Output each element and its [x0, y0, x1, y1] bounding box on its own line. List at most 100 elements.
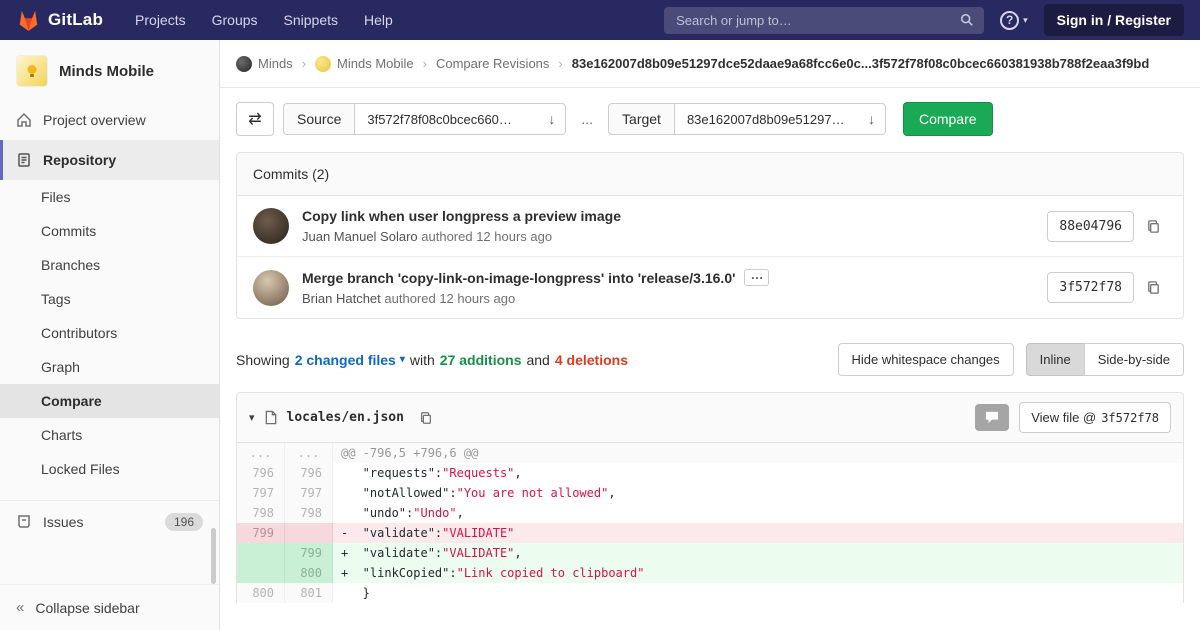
commit-row: Copy link when user longpress a preview …: [237, 196, 1183, 256]
new-line-number[interactable]: ...: [285, 443, 333, 463]
commit-title[interactable]: Copy link when user longpress a preview …: [302, 208, 1034, 224]
additions-count: 27 additions: [439, 351, 522, 368]
diff-filename[interactable]: locales/en.json: [287, 410, 404, 425]
sidebar-item-issues[interactable]: Issues 196: [0, 500, 219, 543]
hide-whitespace-button[interactable]: Hide whitespace changes: [837, 343, 1014, 376]
sidebar-item-locked-files[interactable]: Locked Files: [0, 452, 219, 486]
breadcrumb-label: Minds Mobile: [337, 56, 414, 71]
source-group: Source 3f572f78f08c0bcec660… ↓: [283, 103, 567, 135]
old-line-number[interactable]: ...: [237, 443, 285, 463]
copy-icon: [419, 411, 433, 425]
project-sidebar: Minds Mobile Project overview Repository…: [0, 40, 220, 630]
sign-in-register-button[interactable]: Sign in / Register: [1043, 4, 1184, 36]
target-ref-dropdown[interactable]: 83e162007d8b09e51297… ↓: [673, 103, 886, 135]
commit-description-toggle[interactable]: …: [744, 268, 770, 286]
new-line-number[interactable]: 801: [285, 583, 333, 603]
old-line-number[interactable]: 796: [237, 463, 285, 483]
old-line-number[interactable]: 799: [237, 523, 285, 543]
sidebar-item-charts[interactable]: Charts: [0, 418, 219, 452]
commit-sha-group: 3f572f78: [1047, 272, 1167, 303]
breadcrumb-separator: ›: [422, 56, 427, 71]
side-by-side-view-button[interactable]: Side-by-side: [1083, 343, 1184, 376]
search-input[interactable]: [674, 11, 961, 29]
sidebar-item-contributors[interactable]: Contributors: [0, 316, 219, 350]
diff-line-hunk: ... ... @@ -796,5 +796,6 @@: [237, 443, 1183, 463]
help-menu[interactable]: ? ▾: [1000, 10, 1028, 30]
old-line-number[interactable]: 797: [237, 483, 285, 503]
target-ref-value: 83e162007d8b09e51297…: [686, 111, 845, 127]
sidebar-item-files[interactable]: Files: [0, 180, 219, 214]
project-avatar-small: [315, 55, 332, 72]
breadcrumb-compare-revisions[interactable]: Compare Revisions: [436, 56, 549, 71]
new-line-number[interactable]: 796: [285, 463, 333, 483]
old-line-number[interactable]: 800: [237, 583, 285, 603]
sidebar-scrollbar[interactable]: [211, 528, 216, 584]
repository-submenu: Files Commits Branches Tags Contributors…: [0, 180, 219, 486]
nav-item-projects[interactable]: Projects: [125, 7, 196, 33]
old-line-number[interactable]: [237, 543, 285, 563]
new-line-number[interactable]: 798: [285, 503, 333, 523]
and-label: and: [526, 351, 550, 368]
old-line-number[interactable]: 798: [237, 503, 285, 523]
diff-file-actions: View file @ 3f572f78: [975, 402, 1171, 433]
dropdown-arrow-icon: ↓: [867, 111, 875, 127]
nav-item-snippets[interactable]: Snippets: [274, 7, 348, 33]
old-line-number[interactable]: [237, 563, 285, 583]
with-label: with: [409, 351, 435, 368]
view-file-button[interactable]: View file @ 3f572f78: [1019, 402, 1171, 433]
search-icon: [960, 13, 974, 27]
sidebar-item-compare[interactable]: Compare: [0, 384, 219, 418]
collapse-sidebar-button[interactable]: « Collapse sidebar: [0, 584, 219, 630]
sidebar-item-commits[interactable]: Commits: [0, 214, 219, 248]
nav-item-help[interactable]: Help: [354, 7, 403, 33]
commit-body: Merge branch 'copy-link-on-image-longpre…: [302, 268, 1034, 306]
collapse-diff-icon[interactable]: ▾: [249, 411, 255, 424]
sidebar-item-label: Issues: [43, 514, 84, 530]
copy-icon: [1146, 219, 1161, 234]
sidebar-item-label: Project overview: [43, 112, 146, 128]
inline-view-button[interactable]: Inline: [1025, 343, 1085, 376]
new-line-number[interactable]: 799: [285, 543, 333, 563]
nav-item-groups[interactable]: Groups: [202, 7, 268, 33]
source-ref-dropdown[interactable]: 3f572f78f08c0bcec660… ↓: [354, 103, 567, 135]
breadcrumb-minds[interactable]: Minds: [236, 55, 293, 72]
commit-sha[interactable]: 3f572f78: [1047, 272, 1134, 303]
commit-body: Copy link when user longpress a preview …: [302, 208, 1034, 244]
commit-title-text: Copy link when user longpress a preview …: [302, 208, 621, 224]
diff-line-deletion: 799 - "validate":"VALIDATE": [237, 523, 1183, 543]
target-group: Target 83e162007d8b09e51297… ↓: [608, 103, 886, 135]
collapse-label: Collapse sidebar: [35, 599, 140, 616]
sidebar-item-project-overview[interactable]: Project overview: [0, 100, 219, 140]
commit-sha[interactable]: 88e04796: [1047, 210, 1134, 242]
commit-author[interactable]: Juan Manuel Solaro: [302, 229, 418, 244]
new-line-number[interactable]: 797: [285, 483, 333, 503]
commit-author[interactable]: Brian Hatchet: [302, 291, 381, 306]
sidebar-item-repository[interactable]: Repository: [0, 140, 219, 180]
sidebar-item-branches[interactable]: Branches: [0, 248, 219, 282]
diff-line-addition: 800 + "linkCopied":"Link copied to clipb…: [237, 563, 1183, 583]
global-search[interactable]: [664, 6, 985, 34]
copy-sha-button[interactable]: [1140, 276, 1167, 299]
toggle-comments-button[interactable]: [975, 404, 1010, 431]
copy-path-button[interactable]: [413, 407, 439, 429]
copy-icon: [1146, 280, 1161, 295]
sidebar-item-tags[interactable]: Tags: [0, 282, 219, 316]
source-ref-value: 3f572f78f08c0bcec660…: [367, 111, 512, 127]
commits-panel-header: Commits (2): [237, 153, 1183, 196]
new-line-number[interactable]: 800: [285, 563, 333, 583]
breadcrumb-separator: ›: [558, 56, 563, 71]
copy-sha-button[interactable]: [1140, 215, 1167, 238]
breadcrumb-label: Minds: [258, 56, 293, 71]
project-header[interactable]: Minds Mobile: [0, 40, 219, 100]
changed-files-dropdown[interactable]: 2 changed files ▾: [295, 352, 405, 368]
file-icon: [264, 410, 278, 425]
new-line-number[interactable]: [285, 523, 333, 543]
breadcrumb-minds-mobile[interactable]: Minds Mobile: [315, 55, 414, 72]
diff-table: ... ... @@ -796,5 +796,6 @@ 796 796 "req…: [237, 443, 1183, 603]
sidebar-item-graph[interactable]: Graph: [0, 350, 219, 384]
swap-revisions-button[interactable]: ⇄: [236, 102, 274, 136]
commit-title[interactable]: Merge branch 'copy-link-on-image-longpre…: [302, 268, 1034, 286]
gitlab-home-link[interactable]: GitLab: [16, 8, 103, 32]
compare-button[interactable]: Compare: [902, 102, 993, 136]
range-separator: ...: [581, 111, 594, 127]
